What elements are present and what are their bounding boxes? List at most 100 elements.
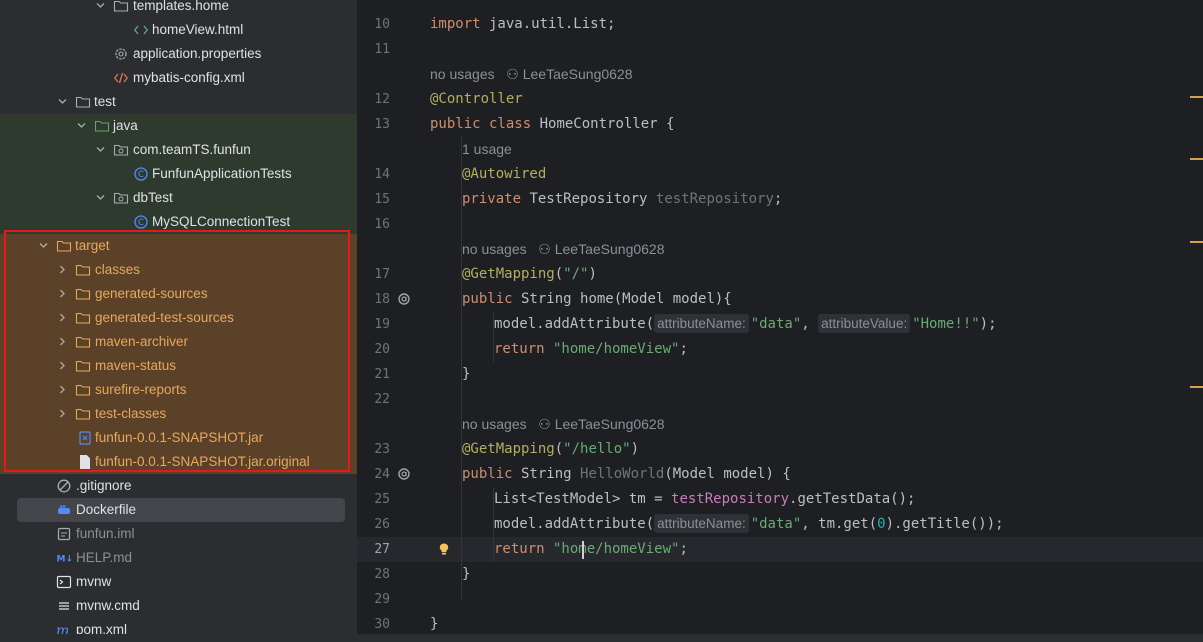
tree-folder-target[interactable]: target	[0, 234, 357, 258]
chevron-right-icon[interactable]	[58, 289, 67, 298]
tree-package-dbtest[interactable]: dbTest	[0, 186, 357, 210]
tree-folder-templates-home[interactable]: templates.home	[0, 0, 357, 18]
tree-file-snapshot-jar-original[interactable]: funfun-0.0.1-SNAPSHOT.jar.original	[0, 450, 357, 474]
excluded-folder-icon	[75, 264, 91, 276]
parameter-hint: attributeName:	[654, 514, 749, 533]
code-line: List<TestModel> tm = testRepository.getT…	[494, 491, 916, 507]
tree-folder-generated-sources[interactable]: generated-sources	[0, 282, 357, 306]
svg-text:C: C	[138, 170, 144, 180]
html-file-icon	[133, 25, 149, 35]
code-line: }	[462, 366, 471, 382]
chevron-down-icon[interactable]	[77, 121, 86, 130]
text-caret	[582, 541, 584, 559]
line-number: 12	[374, 92, 390, 107]
tree-file-application-properties[interactable]: application.properties	[0, 42, 357, 66]
tree-class-mysql-test[interactable]: C MySQLConnectionTest	[0, 210, 357, 234]
scrollbar-marker[interactable]	[1190, 386, 1203, 388]
chevron-down-icon[interactable]	[58, 97, 67, 106]
chevron-down-icon[interactable]	[96, 145, 105, 154]
line-number: 29	[374, 592, 390, 607]
tree-item-label: mybatis-config.xml	[133, 70, 245, 85]
tree-folder-generated-test-sources[interactable]: generated-test-sources	[0, 306, 357, 330]
code-line: model.addAttribute(attributeName: "data",…	[494, 314, 997, 333]
tree-item-label: funfun-0.0.1-SNAPSHOT.jar	[95, 430, 264, 445]
request-mapping-gutter-icon[interactable]	[397, 292, 411, 306]
tree-item-label: mvnw	[76, 574, 112, 589]
package-icon	[113, 192, 129, 204]
tree-folder-test-classes[interactable]: test-classes	[0, 402, 357, 426]
scrollbar-marker[interactable]	[1190, 96, 1203, 98]
bottom-status-strip	[0, 634, 1203, 642]
code-vision-hint[interactable]: no usages ⚇ LeeTaeSung0628	[462, 237, 665, 262]
chevron-right-icon[interactable]	[58, 409, 67, 418]
tree-file-gitignore[interactable]: .gitignore	[0, 474, 357, 498]
tree-item-label: maven-archiver	[95, 334, 189, 349]
chevron-down-icon[interactable]	[96, 193, 105, 202]
code-line: model.addAttribute(attributeName: "data",…	[494, 514, 1004, 533]
tree-file-dockerfile[interactable]: Dockerfile	[0, 498, 357, 522]
package-icon	[113, 144, 129, 156]
tree-folder-maven-archiver[interactable]: maven-archiver	[0, 330, 357, 354]
tree-item-label: generated-test-sources	[95, 310, 234, 325]
chevron-right-icon[interactable]	[58, 265, 67, 274]
request-mapping-gutter-icon[interactable]	[397, 467, 411, 481]
line-number: 26	[374, 517, 390, 532]
scrollbar-marker[interactable]	[1190, 158, 1203, 160]
tree-item-label: funfun-0.0.1-SNAPSHOT.jar.original	[95, 454, 310, 469]
line-number: 19	[374, 317, 390, 332]
tree-file-snapshot-jar[interactable]: funfun-0.0.1-SNAPSHOT.jar	[0, 426, 357, 450]
tree-file-help-md[interactable]: M↓ HELP.md	[0, 546, 357, 570]
docker-icon	[58, 505, 70, 514]
tree-file-mybatis-config[interactable]: mybatis-config.xml	[0, 66, 357, 90]
tree-folder-surefire-reports[interactable]: surefire-reports	[0, 378, 357, 402]
tree-item-label: target	[75, 238, 110, 253]
chevron-down-icon[interactable]	[96, 1, 105, 10]
line-number: 22	[374, 392, 390, 407]
folder-icon	[75, 96, 91, 108]
tree-folder-java[interactable]: java	[0, 114, 357, 138]
code-vision-hint[interactable]: no usages ⚇ LeeTaeSung0628	[430, 62, 633, 87]
code-line: return "home/homeView";	[494, 541, 688, 557]
svg-text:M↓: M↓	[57, 555, 73, 565]
tree-file-funfun-iml[interactable]: funfun.iml	[0, 522, 357, 546]
line-number: 20	[374, 342, 390, 357]
scrollbar-marker[interactable]	[1190, 241, 1203, 243]
tree-folder-maven-status[interactable]: maven-status	[0, 354, 357, 378]
tree-item-label: HELP.md	[76, 550, 133, 565]
chevron-right-icon[interactable]	[58, 337, 67, 346]
tree-item-label: maven-status	[95, 358, 177, 373]
tree-item-label: templates.home	[133, 0, 230, 13]
tree-package-funfun[interactable]: com.teamTS.funfun	[0, 138, 357, 162]
tree-file-homeview[interactable]: homeView.html	[0, 18, 357, 42]
line-number: 25	[374, 492, 390, 507]
tree-item-label: generated-sources	[95, 286, 208, 301]
tree-item-label: test	[94, 94, 116, 109]
chevron-down-icon[interactable]	[39, 241, 48, 250]
class-icon: C	[134, 215, 148, 229]
code-vision-hint[interactable]: 1 usage	[462, 137, 512, 162]
code-line: @GetMapping("/")	[462, 266, 597, 282]
code-editor[interactable]: 10 11 12 13 14 15 16 17 18 19 20 21 22 2…	[357, 0, 1203, 642]
current-line-highlight	[357, 537, 1203, 562]
excluded-folder-icon	[75, 360, 91, 372]
chevron-right-icon[interactable]	[58, 313, 67, 322]
code-vision-hint[interactable]: no usages ⚇ LeeTaeSung0628	[462, 412, 665, 437]
excluded-folder-icon	[75, 288, 91, 300]
iml-file-icon	[57, 527, 71, 541]
tree-folder-classes[interactable]: classes	[0, 258, 357, 282]
chevron-right-icon[interactable]	[58, 361, 67, 370]
line-number: 13	[374, 117, 390, 132]
properties-file-icon	[115, 48, 127, 60]
tree-file-mvnw[interactable]: mvnw	[0, 570, 357, 594]
tree-folder-test[interactable]: test	[0, 90, 357, 114]
line-number: 23	[374, 442, 390, 457]
chevron-right-icon[interactable]	[58, 385, 67, 394]
lightbulb-icon[interactable]	[437, 542, 451, 556]
line-number: 11	[374, 42, 390, 57]
excluded-folder-icon	[75, 336, 91, 348]
code-line: private TestRepository testRepository;	[462, 191, 783, 207]
tree-item-label: com.teamTS.funfun	[133, 142, 251, 157]
tree-file-mvnw-cmd[interactable]: mvnw.cmd	[0, 594, 357, 618]
tree-class-funfun-tests[interactable]: C FunfunApplicationTests	[0, 162, 357, 186]
parameter-hint: attributeName:	[654, 314, 749, 333]
